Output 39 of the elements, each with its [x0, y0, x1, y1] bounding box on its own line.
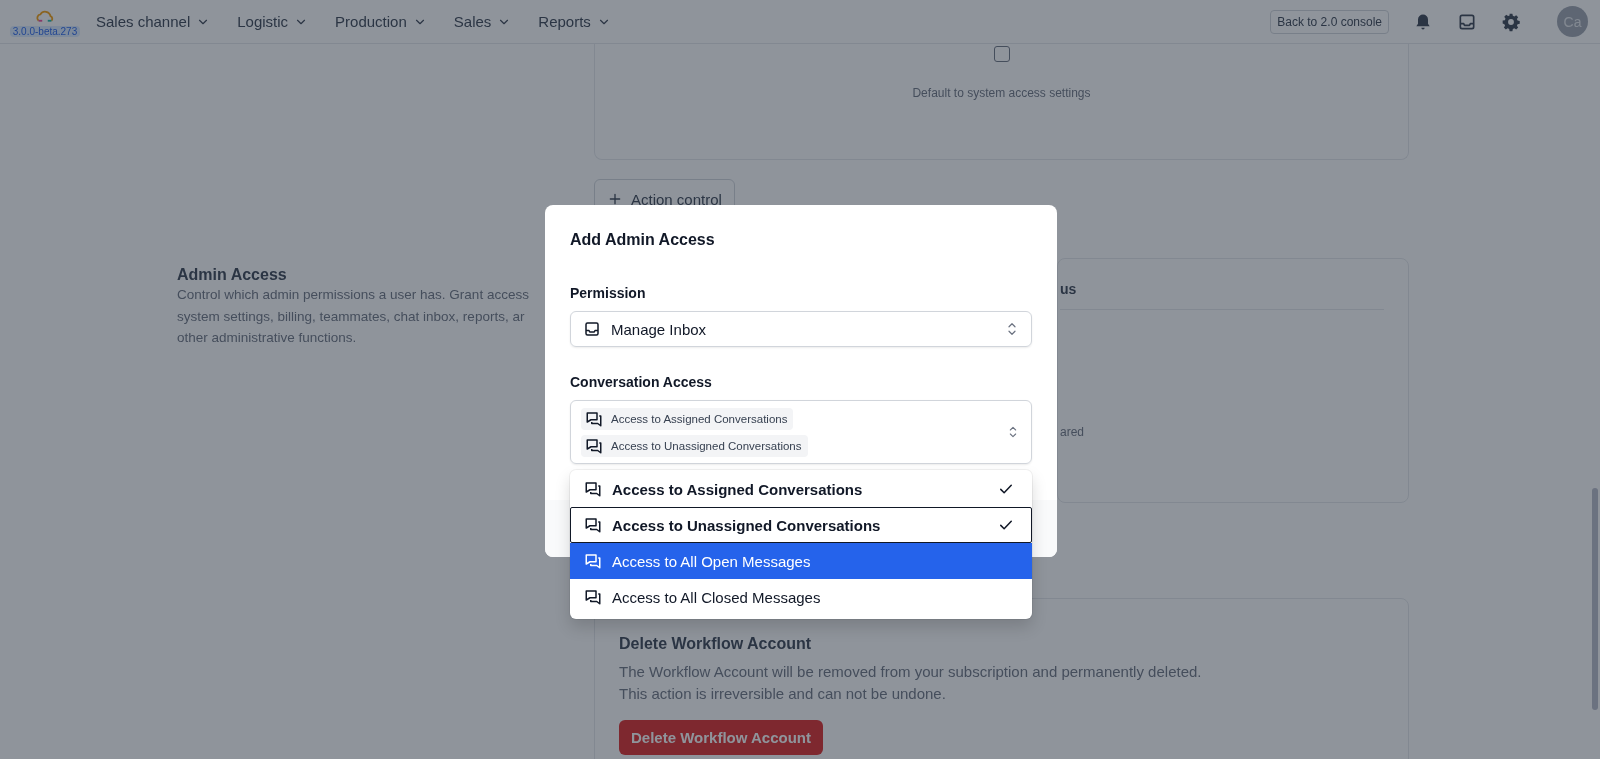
- section-description: other administrative functions.: [177, 329, 358, 347]
- chat-bubbles-icon: [585, 436, 603, 455]
- dropdown-option[interactable]: Access to Assigned Conversations: [570, 471, 1032, 507]
- inbox-icon: [583, 320, 601, 338]
- dropdown-option[interactable]: Access to All Closed Messages: [570, 579, 1032, 615]
- chat-bubbles-icon: [585, 409, 603, 428]
- chat-bubbles-icon: [584, 552, 602, 570]
- settings-icon[interactable]: [1501, 11, 1521, 32]
- field-label: Conversation Access: [570, 374, 713, 390]
- nav-menu[interactable]: Reports: [538, 13, 611, 30]
- chat-bubbles-icon: [584, 480, 602, 498]
- dropdown-option[interactable]: Access to All Open Messages: [570, 543, 1032, 579]
- back-to-console-button[interactable]: Back to 2.0 console: [1270, 9, 1389, 34]
- plus-icon: [607, 191, 623, 207]
- section-description: The Workflow Account will be removed from your subscription and permanently deleted.: [619, 662, 1203, 682]
- chat-bubbles-icon: [584, 588, 602, 606]
- conversation-access-select[interactable]: Access to Assigned Conversations Access to Unassigned Conversations: [570, 400, 1032, 464]
- section-description: system settings, billing, teammates, chat inbox, reports, ar: [177, 307, 526, 326]
- checkbox[interactable]: [993, 46, 1010, 62]
- version-badge: 3.0.0-beta.273: [9, 25, 81, 37]
- selected-tag: Access to Assigned Conversations: [581, 407, 794, 430]
- section-title: Admin Access: [177, 266, 288, 284]
- permission-select[interactable]: Manage Inbox: [570, 311, 1032, 347]
- delete-account-button[interactable]: Delete Workflow Account: [619, 720, 824, 755]
- help-text: Default to system access settings: [912, 86, 1091, 100]
- card-note: ared: [1060, 425, 1086, 439]
- selected-tag: Access to Unassigned Conversations: [581, 434, 808, 457]
- nav-menu[interactable]: Logistic: [237, 13, 309, 30]
- section-title: Delete Workflow Account: [619, 635, 813, 653]
- nav-menu[interactable]: Sales channel: [96, 13, 211, 30]
- nav-menu[interactable]: Production: [335, 13, 427, 30]
- nav-menu[interactable]: Sales: [453, 13, 512, 30]
- modal-title: Add Admin Access: [570, 231, 716, 249]
- field-label: Permission: [570, 285, 647, 301]
- section-description: This action is irreversible and can not be undone.: [619, 683, 947, 704]
- dropdown-option[interactable]: Access to Unassigned Conversations: [570, 507, 1032, 543]
- scrollbar-thumb[interactable]: [1592, 488, 1598, 710]
- card-header-text: us: [1060, 281, 1384, 310]
- chat-bubbles-icon: [584, 516, 602, 534]
